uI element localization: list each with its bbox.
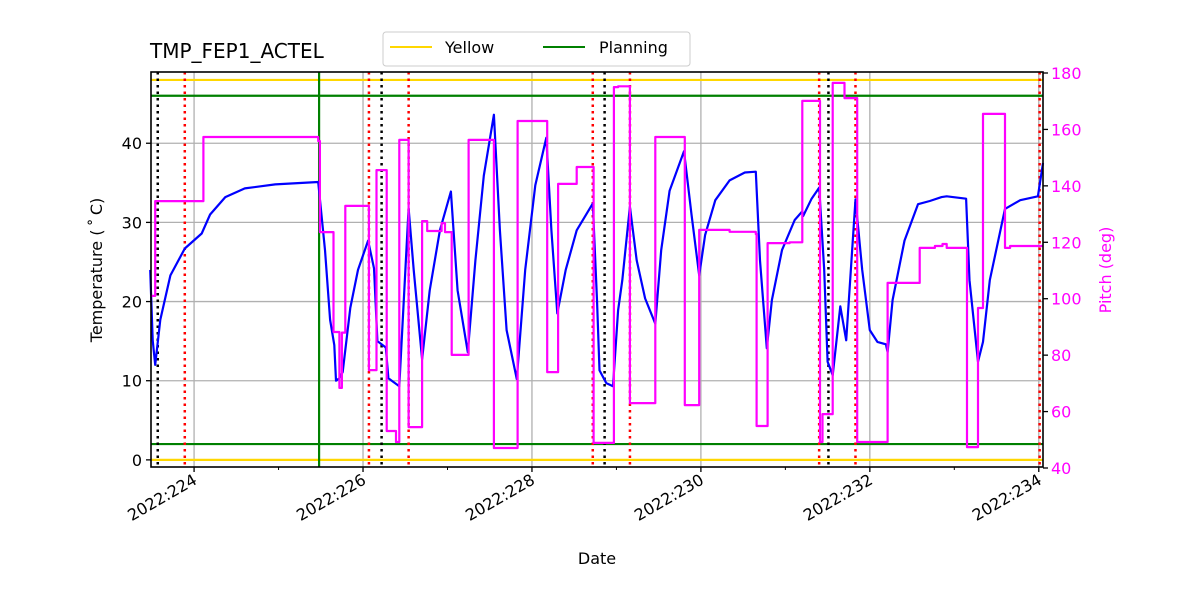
y2-tick-label: 140	[1051, 177, 1082, 196]
y2-tick-label: 160	[1051, 120, 1082, 139]
y-tick-label: 10	[122, 372, 142, 391]
y2-tick-label: 60	[1051, 403, 1071, 422]
y2-axis-label: Pitch (deg)	[1096, 227, 1115, 314]
y2-tick-label: 180	[1051, 64, 1082, 83]
y2-tick-label: 120	[1051, 233, 1082, 252]
y-tick-label: 40	[122, 134, 142, 153]
x-axis-label: Date	[578, 549, 616, 568]
legend: Yellow Planning	[382, 31, 691, 67]
y-tick-label: 20	[122, 293, 142, 312]
y-axis-label: Temperature ( ˚ C)	[87, 198, 106, 343]
y-tick-label: 30	[122, 213, 142, 232]
y2-tick-label: 40	[1051, 459, 1071, 478]
y2-tick-label: 80	[1051, 346, 1071, 365]
y2-tick-label: 100	[1051, 290, 1082, 309]
y-tick-label: 0	[132, 451, 142, 470]
chart: 2022:224 2022:226 2022:228 2022:230 2022:232…	[0, 0, 1200, 600]
chart-title: TMP_FEP1_ACTEL	[149, 39, 325, 63]
figure-background	[0, 0, 1200, 600]
legend-label-yellow: Yellow	[444, 38, 494, 57]
legend-label-planning: Planning	[599, 38, 668, 57]
